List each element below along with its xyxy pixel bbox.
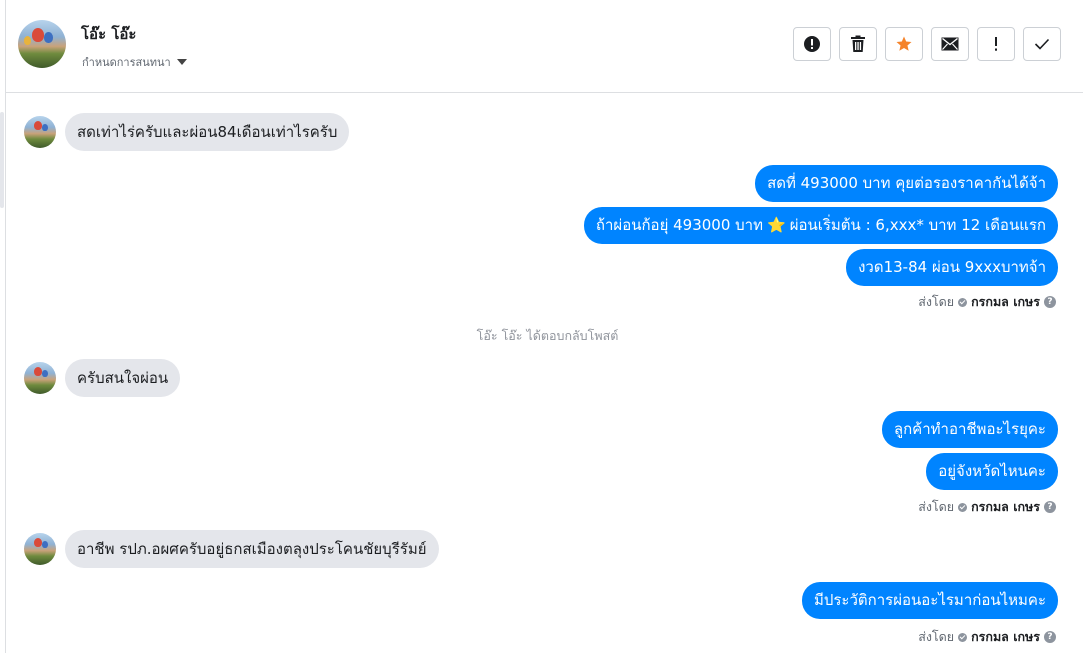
exclamation-icon xyxy=(995,37,997,51)
outgoing-message-bubble[interactable]: ลูกค้าทำอาชีพอะไรยุคะ xyxy=(881,411,1058,448)
follow-up-button[interactable] xyxy=(977,27,1015,61)
sent-by-label: ส่งโดย xyxy=(918,629,955,644)
agent-name[interactable]: กรกมล เกษร xyxy=(971,627,1040,647)
outgoing-message-bubble[interactable]: งวด13-84 ผ่อน 9xxxบาทจ้า xyxy=(846,249,1058,286)
caret-down-icon xyxy=(176,59,187,65)
assign-conversation-label: กำหนดการสนทนา xyxy=(82,56,171,69)
system-note: โอ๊ะ โอ๊ะ ได้ตอบกลับโพสต์ xyxy=(476,328,619,343)
report-spam-button[interactable] xyxy=(793,27,831,61)
incoming-message-row: ครับสนใจผ่อน xyxy=(24,359,181,397)
assign-conversation-dropdown[interactable]: กำหนดการสนทนา xyxy=(82,53,187,71)
contact-name[interactable]: โอ๊ะ โอ๊ะ xyxy=(81,22,136,46)
message-text: งวด13-84 ผ่อน 9xxxบาทจ้า xyxy=(858,258,1046,276)
contact-avatar[interactable] xyxy=(18,20,66,68)
conversation-toolbar xyxy=(793,27,1061,61)
message-text: ถ้าผ่อนก้อยุ่ 493000 บาท xyxy=(595,216,763,234)
agent-name[interactable]: กรกมล เกษร xyxy=(971,497,1040,517)
outgoing-message-bubble[interactable]: สดที่ 493000 บาท คุยต่อรองราคากันได้จ้า xyxy=(755,165,1058,202)
sent-by-label: ส่งโดย xyxy=(918,294,955,309)
message-text: สดที่ 493000 บาท คุยต่อรองราคากันได้จ้า xyxy=(767,174,1046,192)
verified-check-icon xyxy=(958,502,968,512)
message-text: อยู่จังหวัดไหนคะ xyxy=(938,462,1046,480)
mark-done-button[interactable] xyxy=(1023,27,1061,61)
report-spam-icon xyxy=(804,36,820,52)
incoming-message-row: สดเท่าไร่ครับและผ่อน84เดือนเท่าไรครับ xyxy=(24,113,350,151)
sent-by-label: ส่งโดย xyxy=(918,499,955,514)
outgoing-message-bubble[interactable]: ถ้าผ่อนก้อยุ่ 493000 บาท ⭐ ผ่อนเริ่มต้น … xyxy=(583,207,1058,244)
mark-unread-button[interactable] xyxy=(931,27,969,61)
contact-avatar-small xyxy=(24,116,56,148)
incoming-message-row: อาชีพ รปภ.อผศครับอยู่ธกสเมืองตลุงประโคนช… xyxy=(24,530,439,568)
outgoing-message-bubble[interactable]: มีประวัติการผ่อนอะไรมาก่อนไหมคะ xyxy=(801,582,1058,619)
incoming-message-bubble[interactable]: สดเท่าไร่ครับและผ่อน84เดือนเท่าไรครับ xyxy=(65,113,350,151)
checkmark-icon xyxy=(1034,38,1050,50)
incoming-message-bubble[interactable]: ครับสนใจผ่อน xyxy=(65,359,181,397)
contact-avatar-small xyxy=(24,533,56,565)
verified-check-icon xyxy=(958,632,968,642)
message-text: ลูกค้าทำอาชีพอะไรยุคะ xyxy=(893,420,1046,438)
envelope-icon xyxy=(941,37,959,51)
sent-by-info: ส่งโดย กรกมล เกษร ? xyxy=(918,627,1056,647)
help-icon[interactable]: ? xyxy=(1044,631,1056,643)
trash-icon xyxy=(851,35,865,52)
message-text: มีประวัติการผ่อนอะไรมาก่อนไหมคะ xyxy=(813,591,1046,609)
contact-avatar-small xyxy=(24,362,56,394)
sent-by-info: ส่งโดย กรกมล เกษร ? xyxy=(918,497,1056,517)
help-icon[interactable]: ? xyxy=(1044,296,1056,308)
star-button[interactable] xyxy=(885,27,923,61)
agent-name[interactable]: กรกมล เกษร xyxy=(971,292,1040,312)
incoming-message-bubble[interactable]: อาชีพ รปภ.อผศครับอยู่ธกสเมืองตลุงประโคนช… xyxy=(65,530,439,568)
help-icon[interactable]: ? xyxy=(1044,501,1056,513)
outgoing-message-bubble[interactable]: อยู่จังหวัดไหนคะ xyxy=(926,453,1058,490)
delete-button[interactable] xyxy=(839,27,877,61)
star-icon xyxy=(896,36,912,51)
conversation-header: โอ๊ะ โอ๊ะ กำหนดการสนทนา xyxy=(6,0,1083,93)
verified-check-icon xyxy=(958,297,968,307)
scrollbar-thumb[interactable] xyxy=(0,112,4,208)
sent-by-info: ส่งโดย กรกมล เกษร ? xyxy=(918,292,1056,312)
star-emoji-icon: ⭐ xyxy=(767,216,786,234)
message-thread[interactable]: สดเท่าไร่ครับและผ่อน84เดือนเท่าไรครับ สด… xyxy=(6,93,1083,653)
message-text: ผ่อนเริ่มต้น : 6,xxx* บาท 12 เดือนแรก xyxy=(789,216,1046,234)
